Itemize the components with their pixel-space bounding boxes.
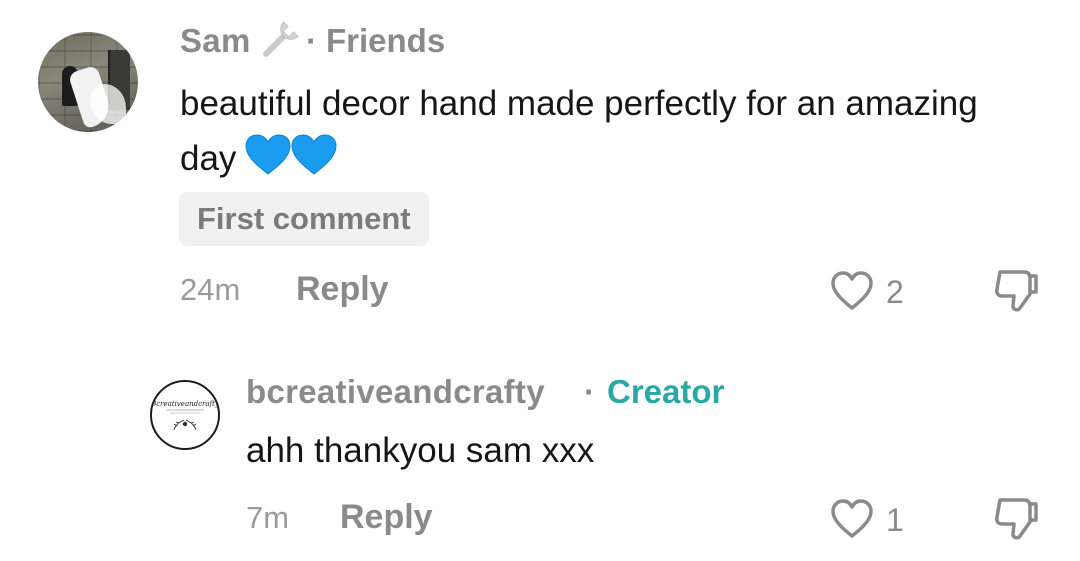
dislike-icon[interactable]: [990, 264, 1042, 316]
reply-button[interactable]: Reply: [340, 498, 433, 537]
like-count: 1: [886, 502, 904, 538]
creator-avatar[interactable]: Bcreativeandcrafty: [150, 380, 220, 450]
first-comment-badge: First comment: [179, 192, 429, 246]
comment-username[interactable]: Sam: [180, 22, 251, 60]
comment-text: beautiful decor hand made perfectly for …: [180, 76, 980, 186]
creator-tag: Creator: [607, 373, 725, 410]
comment-timestamp: 7m: [246, 500, 290, 535]
tag-separator: ·: [584, 373, 595, 410]
comment-timestamp: 24m: [180, 272, 241, 307]
avatar-brand-text: Bcreativeandcrafty: [150, 400, 220, 408]
friends-tag: Friends: [326, 22, 446, 59]
comment-username[interactable]: bcreativeandcrafty: [246, 373, 545, 411]
heart-outline-icon[interactable]: [830, 498, 874, 540]
wrench-icon: [262, 21, 299, 58]
comment-text: ahh thankyou sam xxx: [246, 431, 595, 470]
heart-outline-icon[interactable]: [830, 270, 874, 312]
tag-separator: ·: [306, 22, 317, 59]
dislike-icon[interactable]: [990, 492, 1042, 544]
reply-button[interactable]: Reply: [296, 270, 389, 309]
like-count: 2: [886, 274, 904, 310]
commenter-avatar[interactable]: [38, 32, 138, 132]
blue-heart-emoji: [245, 134, 337, 175]
